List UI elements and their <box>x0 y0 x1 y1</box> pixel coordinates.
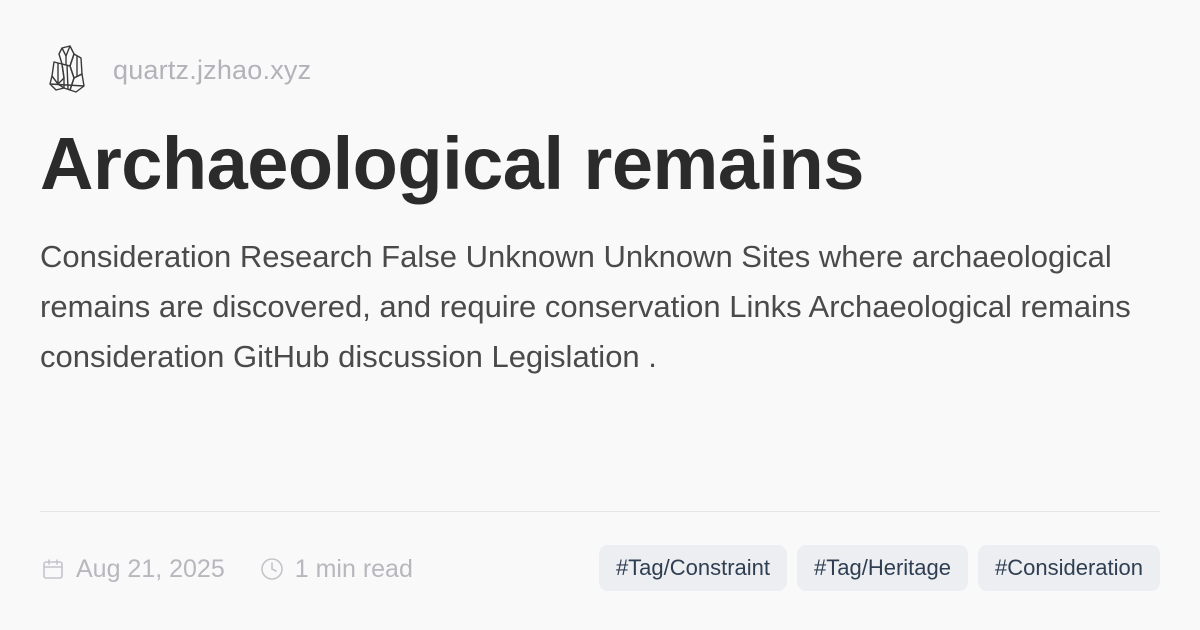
clock-icon <box>259 556 285 582</box>
calendar-icon <box>40 556 66 582</box>
crystal-logo-icon[interactable] <box>46 43 90 97</box>
reading-time: 1 min read <box>259 555 413 584</box>
divider <box>40 511 1160 512</box>
page-description: Consideration Research False Unknown Unk… <box>40 239 1131 374</box>
tag-list: #Tag/Constraint #Tag/Heritage #Considera… <box>589 545 1160 591</box>
tag-consideration[interactable]: #Consideration <box>978 545 1160 591</box>
page-title: Archaeological remains <box>40 122 864 205</box>
publish-date-text: Aug 21, 2025 <box>76 554 225 583</box>
site-header: quartz.jzhao.xyz <box>46 40 311 100</box>
reading-time-text: 1 min read <box>294 554 413 583</box>
page-meta: Aug 21, 2025 1 min read <box>40 546 413 592</box>
site-domain-link[interactable]: quartz.jzhao.xyz <box>113 55 311 86</box>
tag-constraint[interactable]: #Tag/Constraint <box>598 545 788 591</box>
tag-heritage[interactable]: #Tag/Heritage <box>797 545 969 591</box>
publish-date: Aug 21, 2025 <box>40 555 225 584</box>
